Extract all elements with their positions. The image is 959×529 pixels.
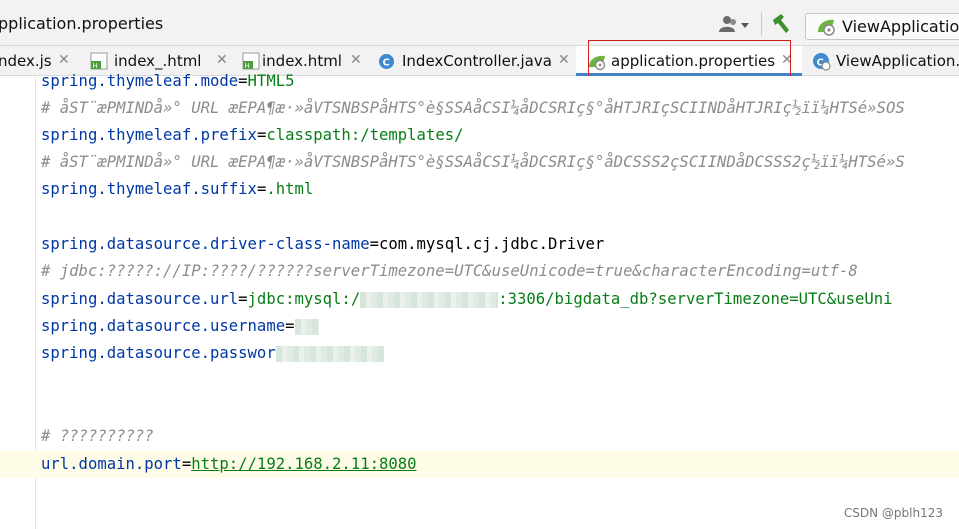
spring-boot-icon: [816, 18, 836, 40]
comment-line: # jdbc:?????://IP:????/??????serverTimez…: [41, 262, 858, 280]
redacted-host: [360, 291, 499, 308]
toolbar-divider: [761, 12, 762, 36]
run-configuration-label: ViewApplication: [842, 17, 959, 36]
code-line: spring.datasource.url=jdbc:mysql:/:3306/…: [41, 290, 893, 308]
tab-application-properties[interactable]: application.properties ✕: [576, 46, 802, 76]
svg-text:C: C: [383, 58, 390, 69]
spring-properties-icon: [588, 53, 607, 75]
property-value: jdbc:mysql:/: [247, 290, 361, 308]
code-editor[interactable]: spring.thymeleaf.mode=HTML5 # åST¨æPMIND…: [0, 72, 959, 529]
close-icon[interactable]: ✕: [781, 52, 793, 68]
property-value: HTML5: [247, 72, 295, 90]
navigation-bar: pplication.properties ViewApplication: [0, 0, 959, 46]
property-key: spring.datasource.username: [41, 317, 286, 335]
close-icon[interactable]: ✕: [558, 52, 570, 68]
user-icon: [719, 16, 749, 32]
property-value: .html: [266, 180, 314, 198]
comment-line: # åST¨æPMINDå»° URL æEPA¶æ·»åVTSNBSPåHTS…: [41, 99, 905, 117]
property-value: classpath:/templates/: [266, 126, 464, 144]
property-key: spring.thymeleaf.prefix: [41, 126, 257, 144]
spring-class-icon: C: [812, 52, 831, 75]
property-key: url.domain.port: [41, 455, 182, 473]
property-value: :3306/bigdata_db?serverTimezone=UTC&useU…: [498, 290, 893, 308]
code-line: spring.datasource.passwor: [41, 340, 384, 367]
property-value-link[interactable]: http://192.168.2.11:8080: [191, 455, 416, 473]
property-key: spring.thymeleaf.mode: [41, 72, 239, 90]
close-icon[interactable]: ✕: [350, 52, 362, 68]
property-key: spring.thymeleaf.suffix: [41, 180, 257, 198]
tab-label: ViewApplication.: [836, 52, 959, 70]
tab-label: IndexController.java: [402, 52, 552, 70]
chevron-down-icon: [741, 23, 749, 28]
property-key: spring.datasource.driver-class-name: [41, 235, 370, 253]
property-value: com.mysql.cj.jdbc.Driver: [378, 235, 605, 253]
code-line: spring.datasource.username=: [41, 313, 319, 340]
code-line: url.domain.port=http://192.168.2.11:8080: [41, 455, 417, 473]
java-class-icon: C: [378, 53, 395, 74]
code-line: spring.thymeleaf.prefix=classpath:/templ…: [41, 126, 464, 144]
property-key: spring.datasource.passwor: [41, 344, 276, 362]
watermark: CSDN @pblh123: [843, 506, 943, 520]
close-icon[interactable]: ✕: [216, 52, 228, 68]
redacted-username: [294, 318, 319, 335]
comment-line: # ??????????: [41, 427, 154, 445]
build-button[interactable]: [769, 12, 793, 36]
tab-index-controller-java[interactable]: C IndexController.java ✕: [370, 46, 576, 76]
run-configuration-selector[interactable]: ViewApplication: [805, 13, 959, 40]
vcs-user-dropdown[interactable]: [718, 15, 754, 35]
hammer-icon: [773, 14, 789, 33]
comment-line: # åST¨æPMINDå»° URL æEPA¶æ·»åVTSNBSPåHTS…: [41, 153, 905, 171]
tab-view-application[interactable]: C ViewApplication.: [804, 46, 959, 76]
tab-label: application.properties: [611, 52, 776, 70]
breadcrumb-file[interactable]: pplication.properties: [0, 14, 163, 33]
close-icon[interactable]: ✕: [58, 52, 70, 68]
code-line: spring.thymeleaf.suffix=.html: [41, 180, 314, 198]
code-line: spring.datasource.driver-class-name=com.…: [41, 235, 605, 253]
redacted-password: [275, 345, 384, 362]
code-line: spring.thymeleaf.mode=HTML5: [41, 72, 295, 90]
property-key: spring.datasource.url: [41, 290, 239, 308]
